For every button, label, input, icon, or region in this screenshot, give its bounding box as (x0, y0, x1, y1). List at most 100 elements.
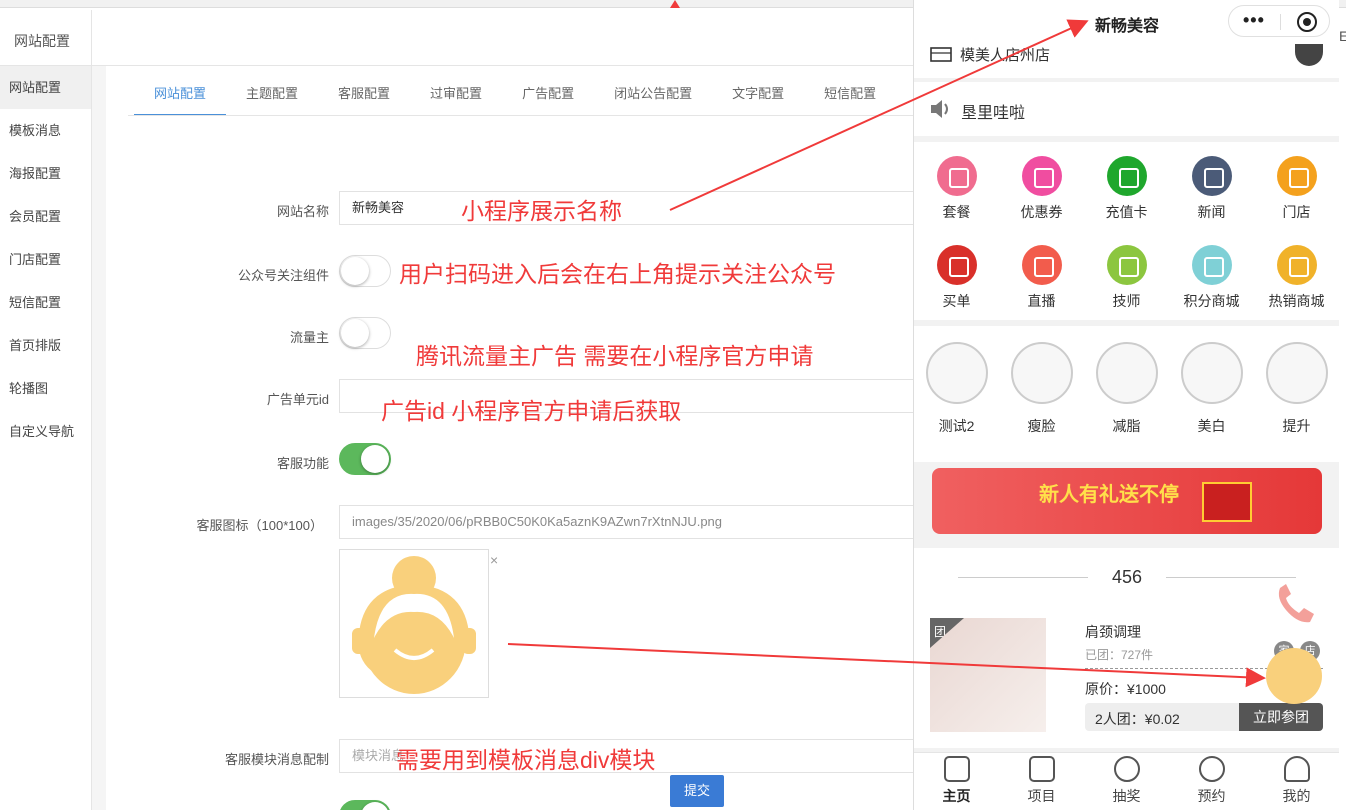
category-label: 测试2 (938, 418, 975, 434)
tab-close-notice[interactable]: 闭站公告配置 (594, 76, 712, 116)
category-lift[interactable]: 提升 (1254, 326, 1339, 436)
tab-projects[interactable]: 项目 (999, 753, 1084, 806)
submit-button[interactable]: 提交 (670, 775, 724, 807)
category-label: 提升 (1282, 418, 1311, 434)
title-rule-right (1166, 577, 1296, 578)
capsule-divider (1280, 14, 1281, 30)
face-outline-icon (1010, 342, 1073, 404)
banner-text: 新人有礼送不停 (1039, 484, 1179, 506)
grid-item-pay[interactable]: 买单 (914, 245, 999, 311)
home-icon (943, 756, 970, 782)
hot-mall-icon (1276, 245, 1317, 285)
traffic-master-toggle[interactable] (339, 317, 391, 349)
tab-label: 抽奖 (1112, 788, 1141, 804)
tabs-divider (128, 115, 923, 116)
site-name-input[interactable]: 新畅美容 (339, 191, 939, 225)
grid-item-live[interactable]: 直播 (999, 245, 1084, 311)
tab-theme[interactable]: 主题配置 (226, 76, 318, 116)
category-fat-loss[interactable]: 减脂 (1084, 326, 1169, 436)
grid-item-store[interactable]: 门店 (1254, 156, 1339, 222)
content-gutter (92, 66, 106, 810)
sidebar-item-member[interactable]: 会员配置 (0, 195, 91, 238)
original-price: 原价：¥1000 (1085, 681, 1166, 697)
category-label: 瘦脸 (1027, 418, 1056, 434)
tab-lottery[interactable]: 抽奖 (1084, 753, 1169, 806)
grid-item-points-mall[interactable]: 积分商城 (1169, 245, 1254, 311)
tab-label: 项目 (1027, 788, 1056, 804)
site-name-label: 网站名称 (276, 204, 329, 219)
tab-ads[interactable]: 广告配置 (502, 76, 594, 116)
sidebar-item-custom-nav[interactable]: 自定义导航 (0, 410, 91, 453)
tab-text[interactable]: 文字配置 (712, 76, 804, 116)
group-price-bar: 2人团：¥0.02 立即参团 (1085, 703, 1323, 731)
grid-item-news[interactable]: 新闻 (1169, 156, 1254, 222)
tab-review[interactable]: 过审配置 (410, 76, 502, 116)
sidebar-item-sms[interactable]: 短信配置 (0, 281, 91, 324)
annotation-follow: 用户扫码进入后会在右上角提示关注公众号 (399, 261, 836, 287)
store-icon (930, 47, 952, 62)
product-image[interactable] (930, 618, 1046, 732)
tab-customer-service[interactable]: 客服配置 (318, 76, 410, 116)
toggle-knob (341, 257, 369, 285)
bottom-toggle[interactable] (339, 800, 391, 810)
traffic-master-label: 流量主 (289, 330, 329, 345)
phone-call-icon[interactable] (1274, 584, 1316, 626)
admin-header-title: 网站配置 (0, 10, 92, 66)
grid-icon (1028, 756, 1055, 782)
technician-icon (1106, 245, 1147, 285)
sidebar-item-carousel[interactable]: 轮播图 (0, 367, 91, 410)
join-group-button[interactable]: 立即参团 (1239, 703, 1323, 731)
product-name[interactable]: 肩颈调理 (1085, 622, 1141, 642)
grid-label: 优惠券 (1020, 204, 1063, 220)
cs-icon-path-input[interactable]: images/35/2020/06/pRBB0C50K0Ka5aznK9AZwn… (339, 505, 939, 539)
sidebar-item-template-msg[interactable]: 模板消息 (0, 109, 91, 152)
clock-icon (1198, 756, 1225, 782)
grid-item-hot-mall[interactable]: 热销商城 (1254, 245, 1339, 311)
sidebar-item-home-layout[interactable]: 首页排版 (0, 324, 91, 367)
grid-label: 直播 (1027, 293, 1056, 309)
tab-booking[interactable]: 预约 (1169, 753, 1254, 806)
tab-mine[interactable]: 我的 (1254, 753, 1339, 806)
category-test2[interactable]: 测试2 (914, 326, 999, 436)
mini-program-preview: 新畅美容 ••• 模美人店州店 垦里哇啦 套餐 优惠券 充值卡 新闻 门店 买单… (913, 0, 1339, 810)
follow-component-toggle[interactable] (339, 255, 391, 287)
category-label: 减脂 (1112, 418, 1141, 434)
package-icon (936, 156, 977, 196)
store-action-icon[interactable] (1295, 44, 1323, 66)
tab-sms[interactable]: 短信配置 (804, 76, 896, 116)
grid-item-technician[interactable]: 技师 (1084, 245, 1169, 311)
grid-label: 门店 (1282, 204, 1311, 220)
customer-service-float-icon[interactable] (1266, 648, 1322, 704)
annotation-ad-id: 广告id 小程序官方申请后获取 (381, 398, 682, 424)
grid-item-recharge[interactable]: 充值卡 (1084, 156, 1169, 222)
sidebar-item-poster[interactable]: 海报配置 (0, 152, 91, 195)
cs-function-toggle[interactable] (339, 443, 391, 475)
speaker-icon (931, 100, 948, 118)
grid-item-coupon[interactable]: 优惠券 (999, 156, 1084, 222)
annotation-site-name: 小程序展示名称 (461, 198, 622, 224)
toggle-knob (361, 802, 389, 810)
sidebar-item-website[interactable]: 网站配置 (0, 66, 91, 109)
category-slim-face[interactable]: 瘦脸 (999, 326, 1084, 436)
close-target-icon[interactable] (1297, 12, 1317, 32)
grid-item-package[interactable]: 套餐 (914, 156, 999, 222)
category-label: 美白 (1197, 418, 1226, 434)
tab-home[interactable]: 主页 (914, 753, 999, 806)
remove-image-icon[interactable]: × (490, 552, 498, 568)
product-sold: 已团：727件 (1085, 648, 1154, 662)
cs-avatar-icon (352, 556, 476, 694)
points-mall-icon (1191, 245, 1232, 285)
grid-label: 充值卡 (1105, 204, 1148, 220)
promo-banner[interactable]: 新人有礼送不停 (932, 468, 1322, 534)
follow-component-label: 公众号关注组件 (237, 268, 329, 283)
admin-sidebar: 网站配置 模板消息 海报配置 会员配置 门店配置 短信配置 首页排版 轮播图 自… (0, 66, 92, 810)
gift-box-icon (1202, 482, 1252, 522)
category-whitening[interactable]: 美白 (1169, 326, 1254, 436)
toggle-knob (341, 319, 369, 347)
capsule-menu[interactable]: ••• (1228, 5, 1330, 37)
tab-website[interactable]: 网站配置 (134, 76, 227, 116)
tab-label: 预约 (1197, 788, 1226, 804)
sidebar-item-store[interactable]: 门店配置 (0, 238, 91, 281)
store-bar[interactable]: 模美人店州店 (914, 44, 1339, 78)
more-dots-icon[interactable]: ••• (1243, 10, 1265, 31)
